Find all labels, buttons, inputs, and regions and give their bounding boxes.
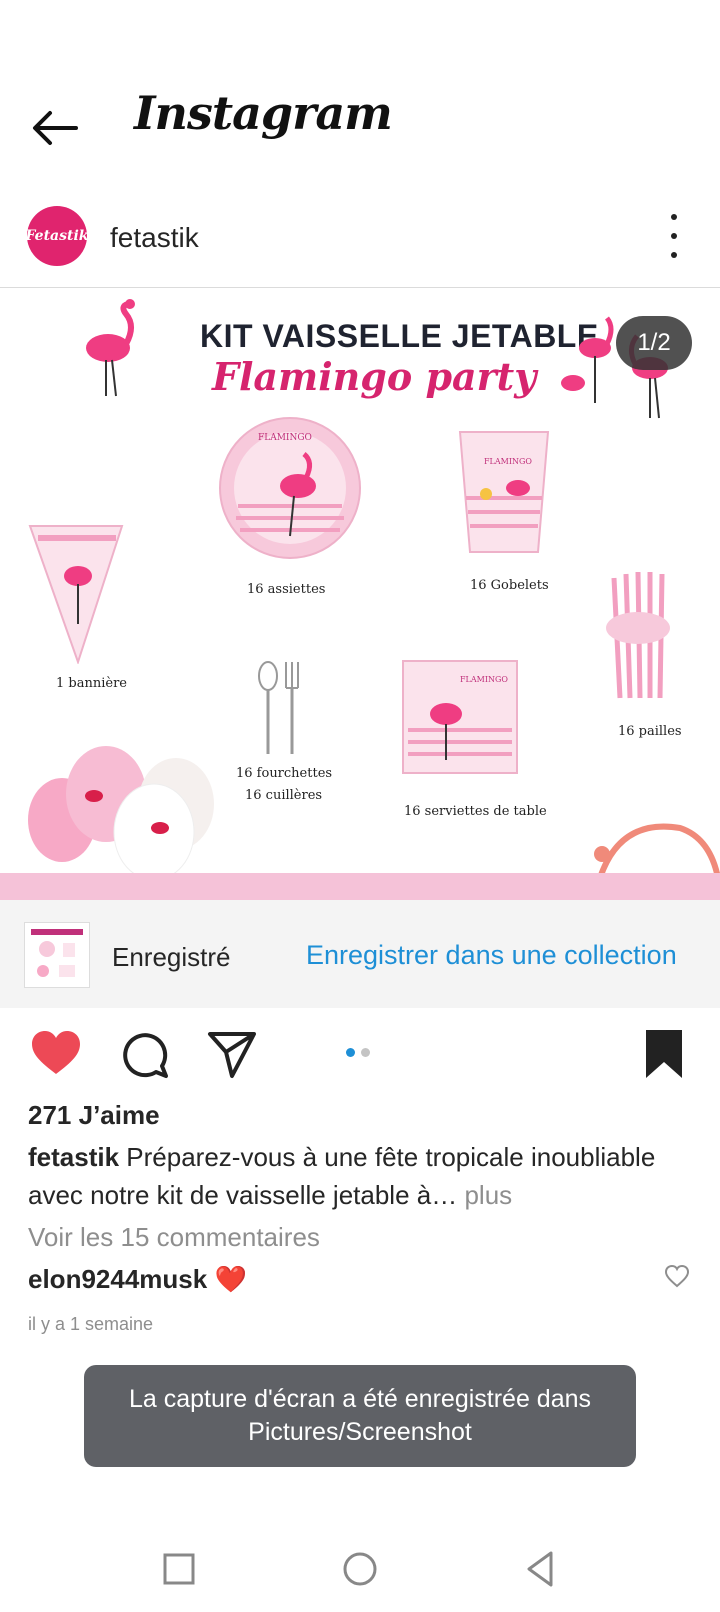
image-bottom-band	[0, 873, 720, 900]
nav-back-triangle-icon[interactable]	[517, 1545, 565, 1593]
comment-text: ❤️	[214, 1264, 247, 1294]
label-spoons: 16 cuillères	[245, 788, 323, 803]
balloons-illustration	[28, 746, 214, 881]
comment-row: elon9244musk ❤️	[28, 1264, 247, 1295]
caption-more-link[interactable]: plus	[464, 1180, 512, 1210]
bookmark-icon[interactable]	[636, 1026, 692, 1082]
image-title: KIT VAISSELLE JETABLE	[200, 318, 599, 354]
post-username[interactable]: fetastik	[110, 222, 199, 254]
napkin-illustration: FLAMINGO	[402, 660, 518, 774]
svg-text:FLAMINGO: FLAMINGO	[258, 433, 312, 443]
avatar[interactable]: Fetastik	[25, 206, 89, 266]
label-forks: 16 fourchettes	[236, 766, 333, 781]
like-heart-icon[interactable]	[28, 1026, 84, 1082]
banner-illustration	[28, 525, 124, 664]
view-comments-link[interactable]: Voir les 15 commentaires	[28, 1222, 320, 1253]
cutlery-illustration	[258, 661, 299, 754]
more-options-icon[interactable]	[660, 214, 688, 258]
nav-home-circle-icon[interactable]	[336, 1545, 384, 1593]
carousel-dot-active	[346, 1048, 355, 1057]
likes-count[interactable]: 271 J’aime	[28, 1100, 160, 1131]
screenshot-toast: La capture d'écran a été enregistrée dan…	[84, 1365, 636, 1467]
post-image[interactable]: KIT VAISSELLE JETABLE Flamingo party 1/2…	[0, 288, 720, 900]
svg-text:FLAMINGO: FLAMINGO	[460, 675, 508, 684]
saved-thumbnail	[24, 922, 90, 988]
label-plates: 16 assiettes	[247, 582, 326, 597]
post-timestamp: il y a 1 semaine	[28, 1314, 154, 1334]
carousel-dot	[361, 1048, 370, 1057]
flamingo-corner-illustration	[594, 823, 720, 878]
app-title: Instagram	[134, 86, 393, 140]
label-cups: 16 Gobelets	[470, 578, 549, 593]
flamingo-illustration	[86, 299, 135, 397]
save-to-collection-link[interactable]: Enregistrer dans une collection	[306, 940, 677, 971]
image-subtitle: Flamingo party	[212, 354, 537, 399]
straws-illustration	[606, 571, 670, 699]
avatar-logo-text: Fetastik	[25, 228, 89, 244]
caption-username[interactable]: fetastik	[28, 1142, 119, 1172]
label-straws: 16 pailles	[618, 724, 682, 739]
saved-label: Enregistré	[112, 942, 231, 972]
label-napkins: 16 serviettes de table	[404, 804, 547, 819]
share-icon[interactable]	[204, 1026, 260, 1082]
caption: fetastik Préparez-vous à une fête tropic…	[28, 1138, 692, 1214]
comment-icon[interactable]	[116, 1026, 172, 1082]
caption-text: Préparez-vous à une fête tropicale inoub…	[28, 1142, 656, 1210]
comment-like-heart-icon[interactable]	[664, 1264, 690, 1288]
image-counter-badge: 1/2	[616, 316, 692, 370]
cup-illustration: FLAMINGO	[458, 431, 550, 553]
comment-username[interactable]: elon9244musk	[28, 1264, 207, 1294]
nav-recents-square-icon[interactable]	[155, 1545, 203, 1593]
plate-illustration: FLAMINGO	[219, 417, 361, 559]
back-arrow-icon[interactable]	[28, 104, 84, 152]
svg-text:FLAMINGO: FLAMINGO	[484, 457, 532, 466]
carousel-indicator	[346, 1048, 376, 1057]
label-banner: 1 bannière	[56, 676, 127, 691]
